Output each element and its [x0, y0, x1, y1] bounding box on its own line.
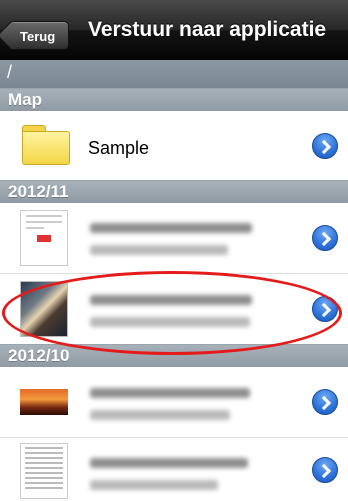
disclosure-arrow-icon[interactable]: [312, 225, 338, 251]
file-row[interactable]: [0, 274, 348, 345]
disclosure-arrow-icon[interactable]: [312, 389, 338, 415]
section-title: Map: [8, 90, 42, 109]
blurred-file-info: [90, 317, 250, 327]
folder-icon: [22, 125, 70, 165]
file-row[interactable]: [0, 438, 348, 501]
blurred-file-info: [90, 245, 228, 255]
section-header-map: Map: [0, 88, 348, 112]
disclosure-arrow-icon[interactable]: [312, 132, 338, 159]
disclosure-arrow-icon[interactable]: [312, 456, 338, 483]
article-thumbnail: [20, 443, 68, 499]
blurred-file-info: [90, 480, 218, 490]
folder-label: Sample: [88, 138, 150, 158]
section-title: 2012/11: [8, 182, 69, 201]
section-header-2012-10: 2012/10: [0, 344, 348, 368]
blurred-filename: [90, 295, 252, 305]
back-button[interactable]: Terug: [9, 21, 69, 50]
tiger-photo-thumbnail: [20, 281, 68, 337]
document-thumbnail: [20, 210, 68, 266]
page-title: Verstuur naar applicatie: [88, 18, 327, 41]
section-title: 2012/10: [8, 346, 70, 365]
file-row[interactable]: [0, 203, 348, 274]
blurred-filename: [90, 458, 248, 468]
disclosure-arrow-icon[interactable]: [312, 296, 338, 322]
back-button-label: Terug: [20, 29, 56, 44]
section-header-2012-11: 2012/11: [0, 180, 348, 204]
blurred-file-info: [90, 410, 230, 420]
blurred-filename: [90, 223, 252, 233]
path-bar: /: [0, 60, 348, 88]
file-row[interactable]: [0, 367, 348, 438]
blurred-filename: [90, 388, 250, 398]
navigation-bar: Terug Verstuur naar applicatie: [0, 0, 348, 61]
path-label: /: [7, 62, 13, 82]
folder-row-sample[interactable]: Sample: [0, 111, 348, 181]
sunset-photo-thumbnail: [20, 389, 68, 415]
